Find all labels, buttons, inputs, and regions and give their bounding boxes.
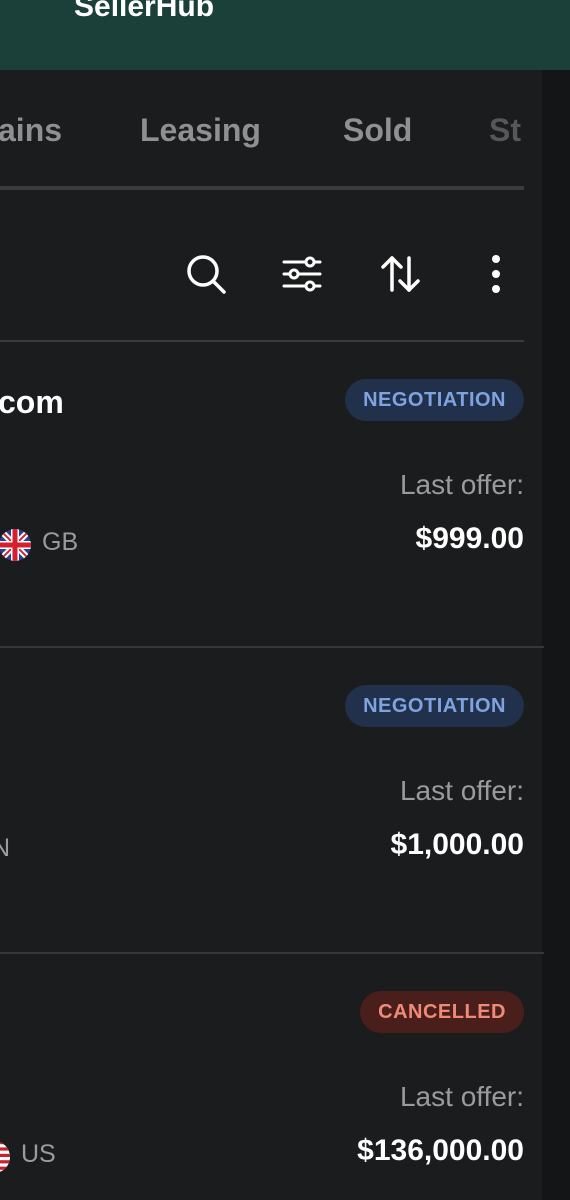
status-badge: CANCELLED (360, 991, 524, 1033)
page-edge (542, 70, 570, 1200)
list-item[interactable]: NEGOTIATION Last offer: $1,000.00 N (0, 648, 544, 954)
search-button[interactable] (182, 250, 230, 298)
offer-amount: $1,000.00 (390, 828, 524, 861)
more-button[interactable] (472, 250, 520, 298)
tab-remains[interactable]: ains (0, 112, 62, 149)
offer-label: Last offer: (399, 469, 524, 500)
tab-next[interactable]: St (489, 112, 521, 149)
offer-amount: $999.00 (415, 522, 524, 555)
more-vertical-icon (492, 255, 500, 293)
offer-amount: $136,000.00 (357, 1134, 524, 1167)
list-item[interactable]: com NEGOTIATION Last offer: $999.00 GB (0, 342, 544, 648)
us-flag-icon (0, 1141, 10, 1173)
offer-label: Last offer: (399, 775, 524, 806)
tab-sold[interactable]: Sold (343, 112, 412, 149)
filter-button[interactable] (278, 250, 326, 298)
tab-leasing[interactable]: Leasing (140, 112, 261, 149)
country-code: N (0, 834, 11, 862)
list-item[interactable]: CANCELLED Last offer: $136,000.00 US (0, 954, 544, 1200)
country-code: GB (42, 528, 79, 556)
list-toolbar (0, 190, 524, 340)
app-screen: SellerHub ains Leasing Sold St com NEGOT… (0, 0, 570, 1200)
app-title: SellerHub (74, 0, 215, 23)
search-icon (187, 255, 226, 294)
sort-arrows-icon (381, 256, 420, 292)
sort-button[interactable] (376, 250, 424, 298)
status-badge: NEGOTIATION (345, 379, 524, 421)
filter-sliders-icon (282, 256, 322, 292)
uk-flag-icon (0, 529, 31, 561)
offer-label: Last offer: (399, 1081, 524, 1112)
status-badge: NEGOTIATION (345, 685, 524, 727)
country-code: US (21, 1140, 56, 1168)
status-tabs: ains Leasing Sold St (0, 70, 524, 190)
app-header: SellerHub (0, 0, 570, 70)
item-title: com (0, 384, 64, 420)
